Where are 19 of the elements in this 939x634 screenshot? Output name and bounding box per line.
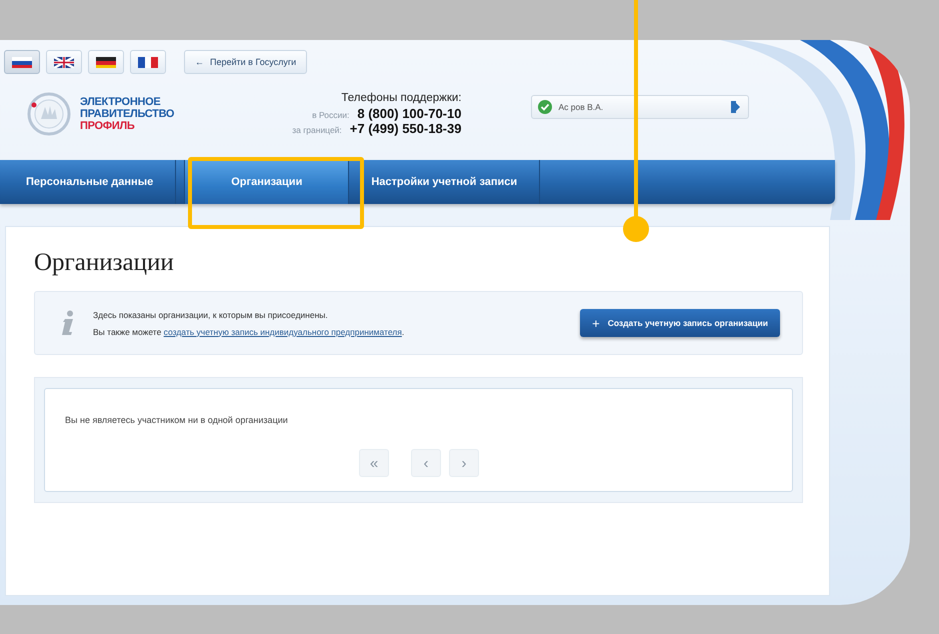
- nav-tab[interactable]: Организации: [184, 160, 350, 204]
- page-title: Организации: [34, 249, 175, 277]
- logo-text: ПРАВИТЕЛЬСТВО: [80, 108, 174, 120]
- phone-number: 8 (800) 100-70-10: [357, 106, 462, 121]
- create-organization-button[interactable]: + Создать учетную запись организации: [580, 309, 780, 337]
- logo-text: ЭЛЕКТРОННОЕ: [80, 96, 162, 108]
- create-entrepreneur-link[interactable]: создать учетную запись индивидуального предпринимателя: [164, 326, 402, 336]
- user-name: Ас ров В.А.: [558, 102, 604, 112]
- nav-tab[interactable]: Персональные данные: [0, 160, 176, 204]
- support-title: Телефоны поддержки:: [341, 92, 462, 104]
- logo-subtitle: ПРОФИЛЬ: [80, 120, 136, 132]
- info-text: Вы также можете создать учетную запись индивидуального предпринимателя.: [93, 326, 406, 336]
- nav-tab[interactable]: Настройки учетной записи: [349, 160, 540, 204]
- phone-label: в России:: [312, 110, 350, 120]
- gosuslugi-link-button[interactable]: ← Перейти в Госуслуги: [184, 50, 308, 74]
- phone-label: за границей:: [292, 125, 342, 135]
- info-text: Здесь показаны организации, к которым вы присоединены.: [93, 310, 329, 320]
- phone-number: +7 (499) 550-18-39: [350, 121, 462, 136]
- empty-message: Вы не являетесь участником ни в одной организации: [65, 415, 289, 425]
